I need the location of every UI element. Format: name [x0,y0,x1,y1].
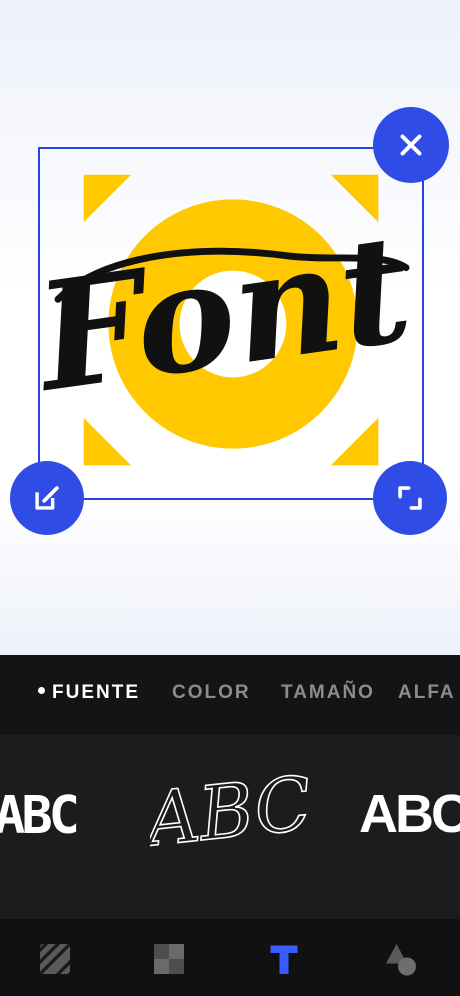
edit-icon [35,486,59,510]
canvas-area[interactable]: Font [0,0,460,655]
tab-fuente[interactable]: FUENTE [38,682,140,704]
nav-grid[interactable] [149,939,189,979]
tab-label: ALFA [398,682,456,703]
svg-text:ABC: ABC [150,761,310,864]
tab-alfa[interactable]: ALFA [398,682,456,704]
corner-triangle-br [330,417,379,466]
sticker-artwork: Font [40,174,421,466]
edit-button[interactable] [10,461,84,535]
resize-button[interactable] [373,461,447,535]
active-dot [38,687,45,695]
font-preview-bold: ABC [359,784,460,844]
tab-label: FUENTE [52,682,140,703]
text-sticker[interactable]: Font [38,147,424,500]
font-option-bold[interactable]: ABC [355,780,460,850]
close-icon [400,134,422,156]
font-option-script[interactable]: ABC [135,755,316,870]
tab-color[interactable]: COLOR [172,682,251,704]
font-preview-script: ABC [135,760,316,865]
text-icon [270,945,298,974]
corner-triangle-bl [83,417,132,466]
tab-label: COLOR [172,682,251,703]
resize-icon [398,486,422,510]
options-tabs: FUENTE COLOR TAMAÑO ALFA [0,655,460,735]
shapes-icon [386,944,416,976]
bottom-nav [0,919,460,996]
tab-label: TAMAÑO [281,682,375,703]
font-picker[interactable]: ABC ABC ABC [0,735,460,919]
nav-texture[interactable] [35,939,75,979]
tab-tamano[interactable]: TAMAÑO [281,682,375,704]
grid-icon [154,944,184,974]
nav-shapes[interactable] [381,939,421,979]
svg-text:ABC: ABC [0,786,77,846]
svg-text:ABC: ABC [359,784,460,844]
corner-triangle-tl [83,174,132,223]
nav-text[interactable] [264,939,304,979]
sticker-text: Font [40,201,421,426]
font-option-blocky[interactable]: ABC [0,775,90,855]
close-button[interactable] [373,107,449,183]
font-preview-blocky: ABC [0,786,81,846]
texture-icon [40,944,70,974]
